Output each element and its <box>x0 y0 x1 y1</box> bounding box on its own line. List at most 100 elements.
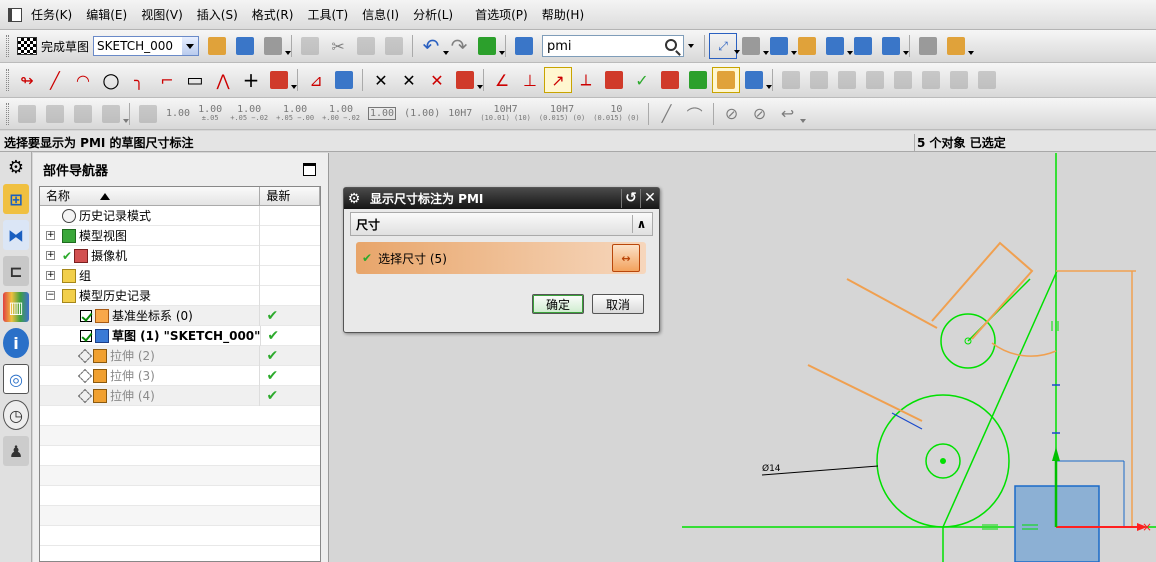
reuse-library-icon[interactable]: ▥ <box>3 292 29 322</box>
radius-dim-icon[interactable]: ⌒ <box>681 101 709 127</box>
menu-insert[interactable]: 插入(S) <box>190 0 245 30</box>
dimension-style-icon[interactable] <box>134 101 162 127</box>
geometric-constraint-icon[interactable]: ⊥ <box>516 67 544 93</box>
tol-limits[interactable]: 1.00 +.05 −.02 <box>226 105 272 122</box>
redo-icon[interactable]: ↷ <box>445 33 473 59</box>
feature-icon[interactable] <box>889 67 917 93</box>
undo-icon[interactable]: ↶ <box>417 33 450 59</box>
collapse-icon[interactable]: − <box>46 291 55 300</box>
role-icon[interactable] <box>510 33 538 59</box>
quick-extend-icon[interactable]: ✕ <box>395 67 423 93</box>
tol-bilateral[interactable]: 1.00 ±.05 <box>194 105 226 122</box>
history-icon[interactable]: ◷ <box>3 400 29 430</box>
search-icon[interactable] <box>665 39 678 51</box>
orient-view-icon[interactable] <box>203 33 231 59</box>
app-menu-icon[interactable] <box>8 7 22 22</box>
assembly-navigator-icon[interactable]: ⊞ <box>3 184 29 214</box>
finish-sketch-button[interactable]: 完成草图 <box>13 33 93 59</box>
layer-stack-icon[interactable] <box>805 67 833 93</box>
snap-point-icon[interactable] <box>849 33 877 59</box>
tree-row-extrude-3[interactable]: 拉伸 (3) ✔ <box>40 365 320 386</box>
layer-icon[interactable] <box>793 33 821 59</box>
infer-constraints-icon[interactable] <box>684 67 712 93</box>
tol-fit-tolerance[interactable]: 10H7 (0.015) (0) <box>535 105 589 122</box>
expand-icon[interactable]: + <box>46 251 55 260</box>
continuous-auto-dim-icon[interactable] <box>740 67 772 93</box>
info-icon[interactable]: i <box>3 328 29 358</box>
tree-row-extrude-4[interactable]: 拉伸 (4) ✔ <box>40 385 320 406</box>
tol-basic[interactable]: 1.00 <box>364 106 400 120</box>
point-icon[interactable]: + <box>237 67 265 93</box>
tree-row-datum-csys[interactable]: 基准坐标系 (0) ✔ <box>40 305 320 326</box>
tol-fit-plain[interactable]: 10 (0.015) (0) <box>589 105 643 122</box>
wcs-icon[interactable] <box>821 33 854 59</box>
brick-icon[interactable] <box>861 67 889 93</box>
update-model-icon[interactable] <box>259 33 292 59</box>
menu-analysis[interactable]: 分析(L) <box>406 0 460 30</box>
visibility-checkbox[interactable] <box>80 309 92 322</box>
maximize-icon[interactable] <box>303 163 316 176</box>
expand-icon[interactable]: + <box>46 271 55 280</box>
tol-unilateral-minus[interactable]: 1.00 +.00 −.02 <box>318 105 364 122</box>
toolbar-grip[interactable] <box>6 35 9 57</box>
stack-icon[interactable] <box>833 67 861 93</box>
tree-row-model-views[interactable]: + 模型视图 <box>40 225 320 246</box>
trim-icon[interactable]: ⊿ <box>302 67 330 93</box>
menu-info[interactable]: 信息(I) <box>355 0 406 30</box>
diameter-alt-icon[interactable]: ⊘ <box>746 101 774 127</box>
leader-icon[interactable]: ╱ <box>653 101 681 127</box>
roles-icon[interactable]: ♟ <box>3 436 29 466</box>
extend-icon[interactable] <box>330 67 358 93</box>
visibility-checkbox[interactable] <box>80 329 92 342</box>
tol-unilateral-plus[interactable]: 1.00 +.05 −.00 <box>272 105 318 122</box>
cut-icon[interactable]: ✂ <box>324 33 352 59</box>
resource-settings-icon[interactable]: ⚙ <box>3 156 29 178</box>
tol-fit-limits[interactable]: 10H7 (10.01) (10) <box>476 105 535 122</box>
tree-row-extrude-2[interactable]: 拉伸 (2) ✔ <box>40 345 320 366</box>
dimension-icon[interactable] <box>451 67 483 93</box>
tol-reference[interactable]: (1.00) <box>400 108 444 119</box>
command-finder-icon[interactable] <box>473 33 506 59</box>
tree-row-cameras[interactable]: + ✔ 摄像机 <box>40 245 320 266</box>
animate-dimension-icon[interactable] <box>600 67 628 93</box>
collapse-caret-icon[interactable]: ∧ <box>632 215 650 233</box>
column-latest-header[interactable]: 最新 <box>260 187 320 205</box>
part-navigator-icon[interactable]: ⊏ <box>3 256 29 286</box>
check-geometry-icon[interactable] <box>13 101 41 127</box>
menu-format[interactable]: 格式(R) <box>245 0 301 30</box>
cancel-button[interactable]: 取消 <box>592 294 644 314</box>
fillet-icon[interactable]: ╮ <box>125 67 153 93</box>
box-icon[interactable] <box>973 67 1001 93</box>
quick-trim-icon[interactable]: ✕ <box>367 67 395 93</box>
render-style-icon[interactable] <box>737 33 770 59</box>
fit-view-icon[interactable]: ⤢ <box>709 33 741 59</box>
reset-icon[interactable]: ↺ <box>621 189 640 208</box>
menu-edit[interactable]: 编辑(E) <box>79 0 134 30</box>
constraint-icon[interactable]: ∠ <box>488 67 516 93</box>
close-icon[interactable]: ✕ <box>640 189 659 208</box>
tree-row-groups[interactable]: + 组 <box>40 265 320 286</box>
paste-icon[interactable] <box>380 33 408 59</box>
part-list-icon[interactable] <box>914 33 942 59</box>
gear-icon[interactable]: ⚙ <box>344 191 364 207</box>
tol-nominal[interactable]: 1.00 <box>162 108 194 119</box>
show-constraints-icon[interactable]: ⟂ <box>572 67 600 93</box>
save-icon[interactable] <box>296 33 324 59</box>
brush-icon[interactable] <box>945 67 973 93</box>
column-name-header[interactable]: 名称 <box>40 187 261 205</box>
tol-fit[interactable]: 10H7 <box>444 108 476 119</box>
dialog-titlebar[interactable]: ⚙ 显示尺寸标注为 PMI ↺ ✕ <box>344 188 659 209</box>
grid-icon[interactable] <box>69 101 97 127</box>
polyline-icon[interactable]: ⋀ <box>209 67 237 93</box>
menu-task[interactable]: 任务(K) <box>24 0 79 30</box>
constraint-navigator-icon[interactable]: ⧓ <box>3 220 29 250</box>
dimension-select-icon[interactable]: ↔ <box>612 244 640 272</box>
tree-icon[interactable] <box>41 101 69 127</box>
shape-icon[interactable] <box>97 101 129 127</box>
tree-row-model-history[interactable]: − 模型历史记录 <box>40 285 320 306</box>
reattach-icon[interactable] <box>231 33 259 59</box>
ok-button[interactable]: 确定 <box>532 294 584 314</box>
command-search-input[interactable]: pmi <box>542 35 685 57</box>
toolbar-grip[interactable] <box>6 69 9 91</box>
make-corner-icon[interactable]: ✕ <box>423 67 451 93</box>
